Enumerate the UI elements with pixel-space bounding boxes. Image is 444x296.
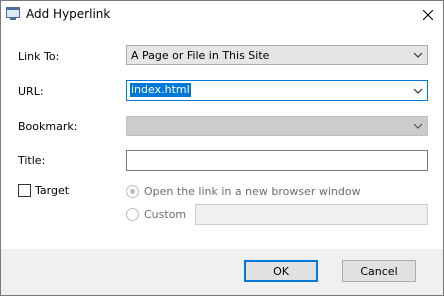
chevron-down-icon[interactable] — [413, 87, 423, 95]
link-to-label: Link To: — [18, 50, 60, 63]
close-button[interactable] — [413, 1, 443, 29]
chevron-down-icon — [413, 52, 423, 58]
button-bar: OK Cancel — [1, 249, 443, 295]
title-label: Title: — [18, 154, 46, 167]
dialog-title: Add Hyperlink — [26, 7, 111, 21]
url-value: index.html — [130, 83, 191, 97]
target-label: Target — [35, 184, 70, 197]
custom-label: Custom — [144, 208, 187, 221]
link-to-dropdown[interactable]: A Page or File in This Site — [126, 45, 428, 65]
add-hyperlink-dialog: Add Hyperlink Link To: A Page or File in… — [0, 0, 444, 296]
new-window-label: Open the link in a new browser window — [144, 185, 361, 198]
custom-target-input[interactable] — [195, 204, 428, 225]
close-icon — [423, 10, 433, 20]
title-bar: Add Hyperlink — [1, 1, 443, 29]
url-combobox[interactable]: index.html — [126, 80, 428, 101]
cancel-button[interactable]: Cancel — [342, 260, 416, 282]
ok-button[interactable]: OK — [244, 260, 318, 282]
new-window-radio[interactable] — [126, 185, 139, 198]
url-label: URL: — [18, 85, 44, 98]
bookmark-dropdown[interactable] — [126, 116, 428, 136]
custom-radio[interactable] — [126, 208, 139, 221]
bookmark-label: Bookmark: — [18, 120, 78, 133]
link-to-value: A Page or File in This Site — [131, 49, 270, 62]
target-checkbox[interactable] — [18, 184, 31, 197]
chevron-down-icon — [413, 123, 423, 129]
title-input[interactable] — [126, 150, 428, 171]
app-icon — [6, 7, 20, 20]
